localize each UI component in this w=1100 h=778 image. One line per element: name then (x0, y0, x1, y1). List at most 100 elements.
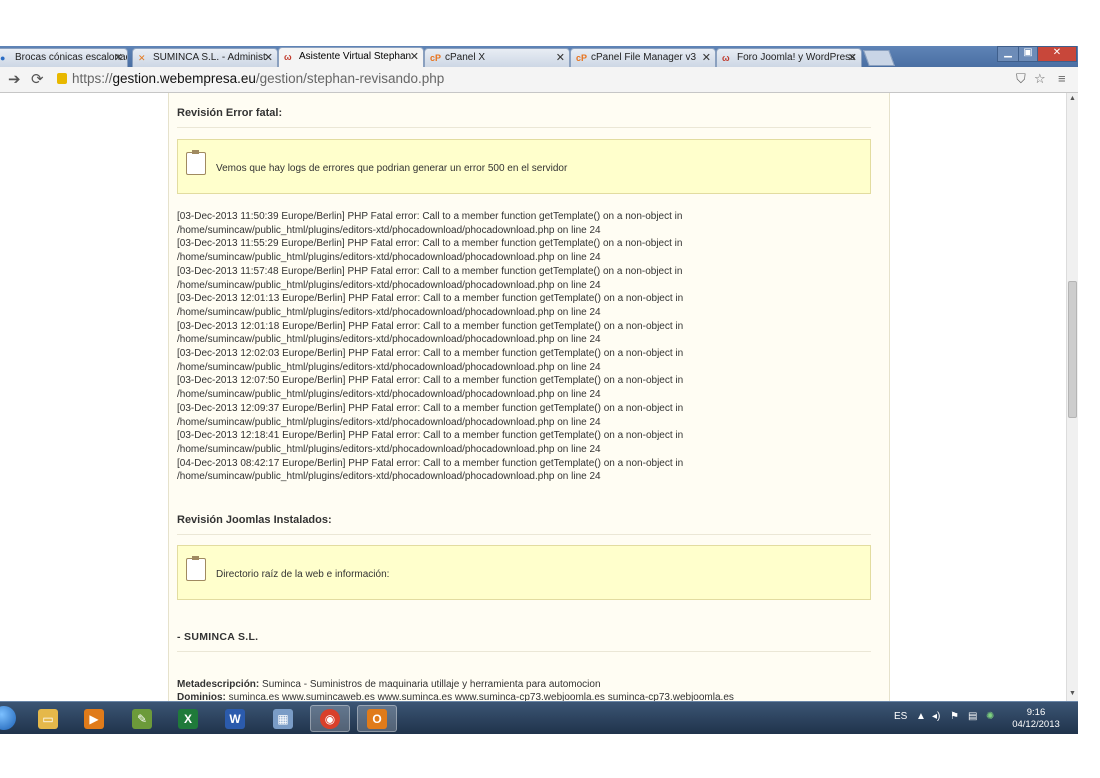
tab-label: cPanel X (445, 52, 486, 63)
log-line: /home/sumincaw/public_html/plugins/edito… (177, 443, 601, 455)
meta-value: Suminca - Suministros de maquinaria util… (259, 679, 601, 690)
taskbar-explorer[interactable]: ▭ (28, 705, 68, 732)
tab-suminca-admin[interactable]: ✕ SUMINCA S.L. - Administ ✕ (132, 48, 278, 67)
close-tab-icon[interactable]: ✕ (848, 51, 857, 64)
taskbar-word[interactable]: W (215, 705, 255, 732)
tab-label: Asistente Virtual Stephan (299, 51, 412, 62)
language-indicator[interactable]: ES (894, 711, 907, 722)
page-viewport: Revisión Error fatal: Vemos que hay logs… (0, 93, 1066, 701)
url-host: gestion.webempresa.eu (112, 71, 256, 86)
tab-brocas[interactable]: ● Brocas cónicas escalonad ✕ (0, 48, 128, 67)
taskbar-clock[interactable]: 9:16 04/12/2013 (1004, 707, 1068, 731)
taskbar-outlook[interactable]: O (357, 705, 397, 732)
log-line: [03-Dec-2013 12:09:37 Europe/Berlin] PHP… (177, 402, 684, 414)
joomla-notice-text: Directorio raíz de la web e información: (216, 569, 390, 580)
volume-icon[interactable]: ◂) (932, 711, 940, 722)
forward-arrow-icon[interactable]: ➔ (8, 70, 21, 88)
cpanel-icon: cP (576, 53, 588, 63)
tab-foro-joomla[interactable]: ω Foro Joomla! y WordPress ✕ (716, 48, 862, 67)
tab-label: Foro Joomla! y WordPress (737, 52, 856, 63)
clipboard-icon (186, 150, 206, 175)
security-icon[interactable]: ✺ (986, 711, 994, 722)
log-line: [03-Dec-2013 12:01:18 Europe/Berlin] PHP… (177, 320, 684, 332)
log-line: /home/sumincaw/public_html/plugins/edito… (177, 361, 601, 373)
close-tab-icon[interactable]: ✕ (410, 50, 419, 63)
taskbar-excel[interactable]: X (168, 705, 208, 732)
url-scheme: https:// (72, 71, 113, 86)
log-line: /home/sumincaw/public_html/plugins/edito… (177, 306, 601, 318)
log-line: [03-Dec-2013 12:18:41 Europe/Berlin] PHP… (177, 430, 684, 442)
close-window-button[interactable]: ✕ (1037, 46, 1077, 62)
webempresa-icon: ω (722, 53, 730, 63)
error-notice-box: Vemos que hay logs de errores que podria… (177, 139, 871, 194)
scroll-up-icon[interactable]: ▲ (1069, 95, 1076, 102)
clock-date: 04/12/2013 (1012, 719, 1060, 730)
screen-margin-right (1078, 0, 1100, 778)
joomla-icon: ✕ (138, 53, 146, 63)
show-hidden-icons-icon[interactable]: ▲ (916, 711, 926, 722)
network-icon[interactable]: ▤ (968, 711, 977, 722)
log-line: [03-Dec-2013 11:55:29 Europe/Berlin] PHP… (177, 238, 683, 250)
log-line: /home/sumincaw/public_html/plugins/edito… (177, 471, 601, 483)
star-icon[interactable]: ☆ (1034, 71, 1046, 87)
log-line: [04-Dec-2013 08:42:17 Europe/Berlin] PHP… (177, 457, 684, 469)
section-title-joomla: Revisión Joomlas Instalados: (177, 514, 871, 535)
scrollbar-thumb[interactable] (1068, 281, 1077, 418)
error-log: [03-Dec-2013 11:50:39 Europe/Berlin] PHP… (177, 210, 877, 484)
close-tab-icon[interactable]: ✕ (702, 51, 711, 64)
tab-strip: ● Brocas cónicas escalonad ✕ ✕ SUMINCA S… (0, 46, 1078, 67)
address-bar[interactable]: https://gestion.webempresa.eu/gestion/st… (52, 69, 1052, 89)
log-line: [03-Dec-2013 12:07:50 Europe/Berlin] PHP… (177, 375, 684, 387)
log-line: /home/sumincaw/public_html/plugins/edito… (177, 334, 601, 346)
url-path: /gestion/stephan-revisando.php (255, 71, 445, 86)
taskbar-chrome[interactable]: ◉ (310, 705, 350, 732)
domains-value: suminca.es www.sumincaweb.es www.suminca… (225, 692, 734, 701)
excel-icon: X (178, 708, 198, 729)
content-panel: Revisión Error fatal: Vemos que hay logs… (168, 93, 890, 701)
browser-toolbar: ➔ ⟳ https://gestion.webempresa.eu/gestio… (0, 67, 1078, 93)
reload-icon[interactable]: ⟳ (31, 70, 44, 88)
chrome-icon: ◉ (320, 708, 340, 729)
media-player-icon: ▶ (84, 708, 104, 729)
taskbar-media-player[interactable]: ▶ (74, 705, 114, 732)
globe-icon: ● (0, 53, 6, 63)
start-button[interactable] (0, 706, 16, 730)
site-meta: Metadescripción: Suminca - Suministros d… (177, 678, 877, 701)
close-tab-icon[interactable]: ✕ (114, 51, 123, 64)
cpanel-icon: cP (430, 53, 442, 63)
tab-label: SUMINCA S.L. - Administ (153, 52, 266, 63)
lock-icon (57, 73, 67, 84)
log-line: [03-Dec-2013 12:02:03 Europe/Berlin] PHP… (177, 348, 684, 360)
outlook-icon: O (367, 708, 387, 729)
folder-icon: ▭ (38, 708, 58, 729)
tab-label: Brocas cónicas escalonad (15, 52, 128, 63)
domains-label: Dominios: (177, 692, 226, 701)
log-line: /home/sumincaw/public_html/plugins/edito… (177, 224, 601, 236)
company-title: - SUMINCA S.L. (177, 631, 871, 652)
tab-asistente-virtual[interactable]: ω Asistente Virtual Stephan ✕ (278, 47, 424, 67)
taskbar-calculator[interactable]: ▦ (263, 705, 303, 732)
maximize-button[interactable]: ▣ (1018, 46, 1038, 62)
meta-label: Metadescripción: (177, 679, 260, 690)
action-center-flag-icon[interactable]: ⚑ (950, 711, 959, 722)
error-notice-text: Vemos que hay logs de errores que podria… (216, 163, 568, 174)
log-line: [03-Dec-2013 12:01:13 Europe/Berlin] PHP… (177, 293, 684, 305)
log-line: /home/sumincaw/public_html/plugins/edito… (177, 252, 601, 264)
shield-icon[interactable]: ⛉ (1016, 71, 1026, 87)
log-line: /home/sumincaw/public_html/plugins/edito… (177, 389, 601, 401)
log-line: [03-Dec-2013 11:50:39 Europe/Berlin] PHP… (177, 211, 683, 222)
tab-cpanel[interactable]: cP cPanel X ✕ (424, 48, 570, 67)
close-tab-icon[interactable]: ✕ (556, 51, 565, 64)
notepad-icon: ✎ (132, 708, 152, 729)
tab-label: cPanel File Manager v3 (591, 52, 697, 63)
joomla-notice-box: Directorio raíz de la web e información: (177, 545, 871, 600)
close-tab-icon[interactable]: ✕ (264, 51, 273, 64)
log-line: /home/sumincaw/public_html/plugins/edito… (177, 279, 601, 291)
tab-cpanel-file-manager[interactable]: cP cPanel File Manager v3 ✕ (570, 48, 716, 67)
menu-icon[interactable]: ≡ (1058, 71, 1066, 86)
minimize-button[interactable]: ▁ (997, 46, 1019, 62)
scroll-down-icon[interactable]: ▼ (1069, 690, 1076, 697)
log-line: /home/sumincaw/public_html/plugins/edito… (177, 416, 601, 428)
taskbar-notepad[interactable]: ✎ (122, 705, 162, 732)
new-tab-button[interactable] (863, 50, 895, 66)
